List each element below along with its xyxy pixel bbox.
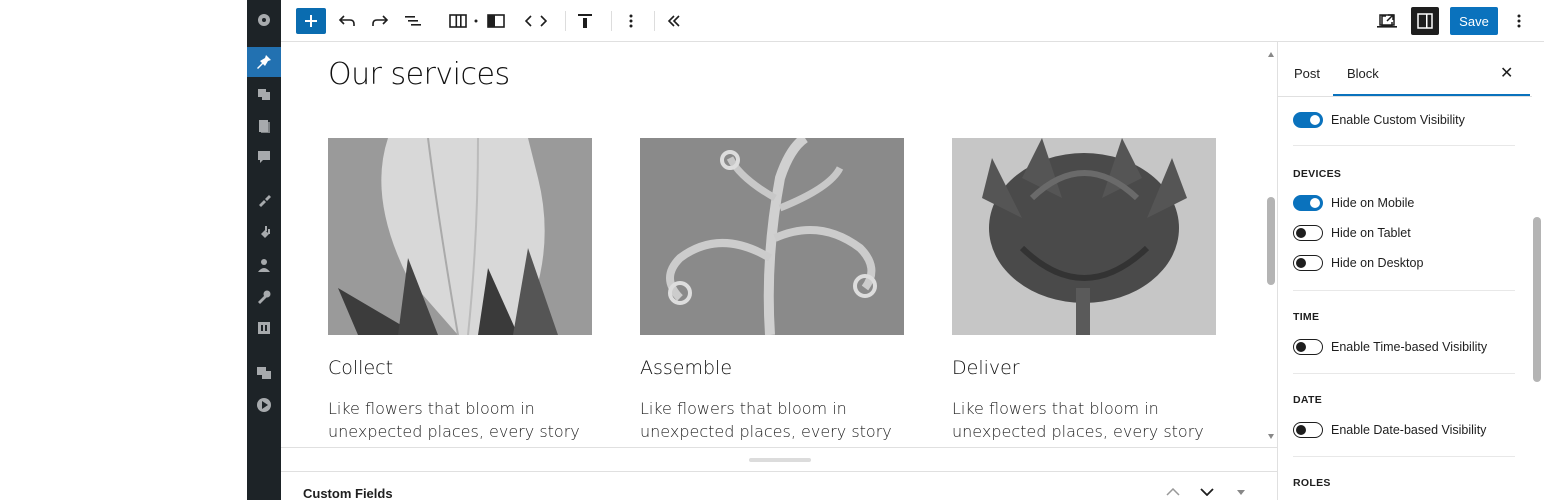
admin-menu — [247, 0, 287, 500]
custom-fields-label[interactable]: Custom Fields — [303, 486, 393, 501]
column-text[interactable]: Like flowers that bloom in unexpected pl… — [328, 397, 592, 443]
date-visibility-label: Enable Date-based Visibility — [1331, 423, 1487, 437]
column-title[interactable]: Deliver — [952, 357, 1216, 379]
appearance-icon[interactable] — [247, 185, 281, 215]
hide-tablet-row[interactable]: Hide on Tablet — [1293, 225, 1411, 241]
document-overview-icon[interactable] — [401, 8, 425, 34]
enable-custom-visibility-row[interactable]: Enable Custom Visibility — [1293, 112, 1465, 128]
tab-post[interactable]: Post — [1294, 66, 1320, 81]
hide-desktop-toggle[interactable] — [1293, 255, 1323, 271]
time-visibility-toggle[interactable] — [1293, 339, 1323, 355]
caret-down-icon[interactable] — [1237, 490, 1245, 495]
view-device-icon[interactable] — [1375, 8, 1399, 34]
undo-icon[interactable] — [335, 8, 359, 34]
divider — [1293, 456, 1515, 457]
close-icon[interactable]: ✕ — [1500, 63, 1513, 83]
inspector-tabs: Post Block ✕ — [1278, 42, 1532, 97]
divider — [1293, 373, 1515, 374]
flower-image-collect[interactable] — [328, 138, 592, 335]
canvas-scroll-thumb[interactable] — [1267, 197, 1275, 285]
devices-heading: DEVICES — [1293, 168, 1342, 180]
time-visibility-row[interactable]: Enable Time-based Visibility — [1293, 339, 1487, 355]
canvas-scrollbar[interactable] — [1265, 49, 1277, 447]
save-button[interactable]: Save — [1450, 7, 1498, 35]
hide-desktop-label: Hide on Desktop — [1331, 256, 1424, 270]
divider — [1293, 145, 1515, 146]
pages-icon[interactable] — [247, 111, 281, 141]
settings-icon[interactable] — [247, 313, 281, 343]
section-heading[interactable]: Our services — [328, 57, 510, 92]
add-block-button[interactable] — [296, 8, 326, 34]
redo-icon[interactable] — [368, 8, 392, 34]
time-visibility-label: Enable Time-based Visibility — [1331, 340, 1488, 354]
flower-image-deliver[interactable] — [952, 138, 1216, 335]
play-icon[interactable] — [247, 390, 281, 420]
translate-icon[interactable] — [247, 358, 281, 388]
collapse-toolbar-icon[interactable] — [662, 8, 686, 34]
chevron-down-icon[interactable] — [1200, 488, 1214, 496]
service-column-collect[interactable]: Collect Like flowers that bloom in unexp… — [328, 138, 592, 443]
resize-grabber[interactable] — [749, 458, 811, 462]
column-title[interactable]: Assemble — [640, 357, 904, 379]
code-editor-icon[interactable] — [521, 8, 551, 34]
date-visibility-toggle[interactable] — [1293, 422, 1323, 438]
column-title[interactable]: Collect — [328, 357, 592, 379]
active-tab-indicator — [1333, 94, 1530, 96]
posts-pin-icon[interactable] — [247, 47, 287, 77]
dashboard-icon[interactable] — [247, 4, 281, 34]
comments-icon[interactable] — [247, 142, 281, 172]
flower-image-assemble[interactable] — [640, 138, 904, 335]
chevron-up-icon[interactable] — [1166, 488, 1180, 496]
column-text[interactable]: Like flowers that bloom in unexpected pl… — [952, 397, 1216, 443]
column-text[interactable]: Like flowers that bloom in unexpected pl… — [640, 397, 904, 443]
custom-visibility-toggle[interactable] — [1293, 112, 1323, 128]
hide-mobile-row[interactable]: Hide on Mobile — [1293, 195, 1414, 211]
custom-visibility-label: Enable Custom Visibility — [1331, 113, 1465, 127]
settings-sidebar-toggle[interactable] — [1411, 7, 1439, 35]
block-options-icon[interactable] — [621, 8, 641, 34]
media-icon[interactable] — [247, 79, 281, 109]
columns-block-icon[interactable] — [446, 8, 470, 34]
divider — [1293, 290, 1515, 291]
editor-canvas[interactable]: Our services Collect Like flowers that b… — [281, 49, 1265, 447]
more-options-icon[interactable] — [1511, 8, 1527, 34]
hide-desktop-row[interactable]: Hide on Desktop — [1293, 255, 1423, 271]
date-visibility-row[interactable]: Enable Date-based Visibility — [1293, 422, 1486, 438]
inspector-scroll-thumb[interactable] — [1533, 217, 1541, 382]
block-inspector: Post Block ✕ Enable Custom Visibility DE… — [1277, 42, 1544, 500]
toolbar-divider — [611, 11, 612, 31]
editor-frame: Our services Collect Like flowers that b… — [247, 0, 1544, 501]
metabox-resize-handle[interactable] — [281, 447, 1277, 471]
editor-toolbar — [281, 0, 1544, 42]
service-column-assemble[interactable]: Assemble Like flowers that bloom in unex… — [640, 138, 904, 443]
hide-mobile-label: Hide on Mobile — [1331, 196, 1415, 210]
column-block-icon[interactable] — [484, 8, 508, 34]
tab-block[interactable]: Block — [1347, 66, 1379, 81]
scroll-down-icon — [1268, 434, 1274, 439]
dot-separator-icon — [472, 8, 480, 34]
hide-mobile-toggle[interactable] — [1293, 195, 1323, 211]
align-top-icon[interactable] — [573, 8, 597, 34]
tools-icon[interactable] — [247, 282, 281, 312]
toolbar-divider — [565, 11, 566, 31]
toolbar-divider — [654, 11, 655, 31]
hide-tablet-label: Hide on Tablet — [1331, 226, 1411, 240]
roles-heading: ROLES — [1293, 477, 1331, 489]
time-heading: TIME — [1293, 311, 1320, 323]
users-icon[interactable] — [247, 250, 281, 280]
plugins-icon[interactable] — [247, 218, 281, 248]
date-heading: DATE — [1293, 394, 1323, 406]
service-column-deliver[interactable]: Deliver Like flowers that bloom in unexp… — [952, 138, 1216, 443]
hide-tablet-toggle[interactable] — [1293, 225, 1323, 241]
scroll-up-icon — [1268, 52, 1274, 57]
custom-fields-bar[interactable]: Custom Fields — [281, 471, 1277, 501]
